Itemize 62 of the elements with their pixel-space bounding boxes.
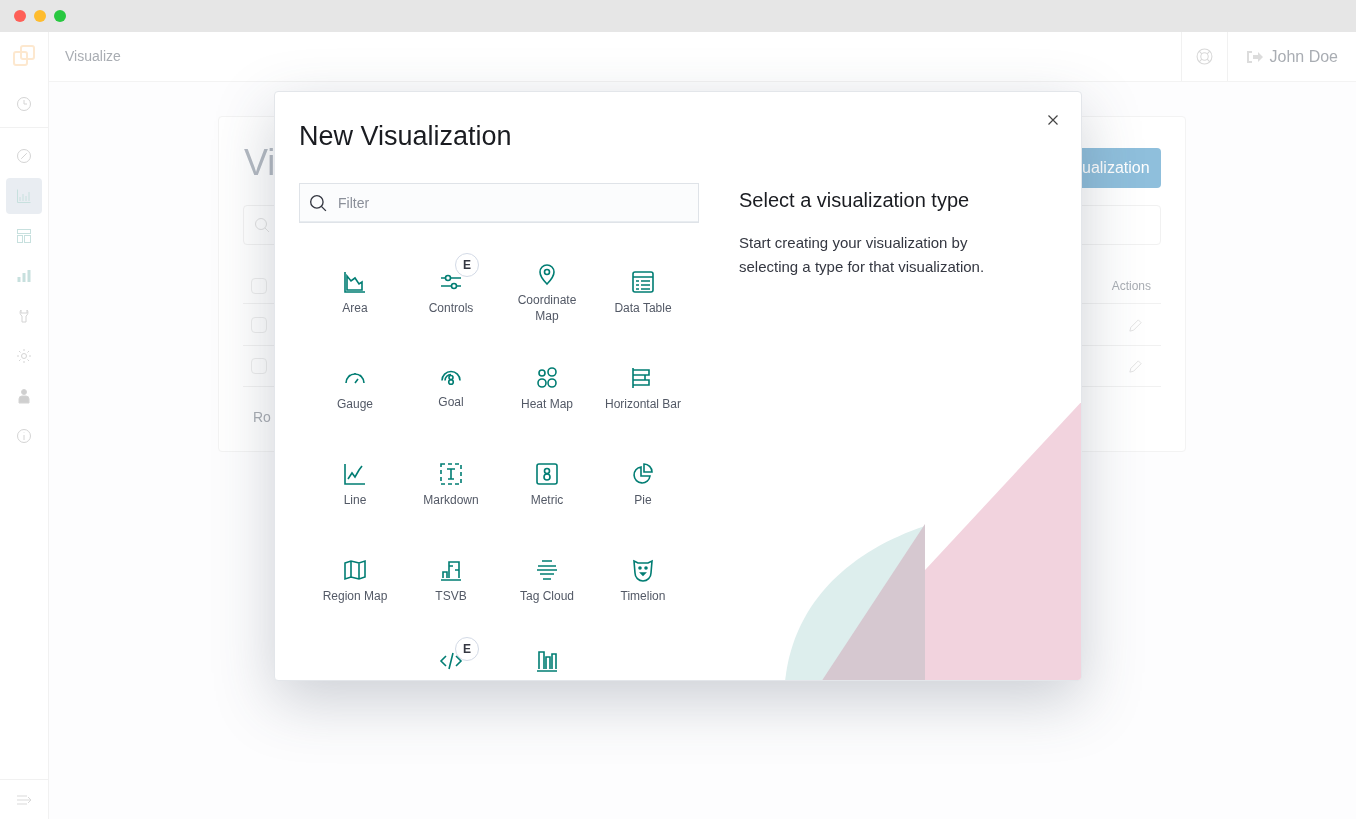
tag-cloud-icon [535,558,559,582]
zoom-window-button[interactable] [54,10,66,22]
gear-icon [16,348,32,364]
search-icon [309,194,327,212]
modal-title: New Visualization [299,120,513,153]
sidebar-item[interactable] [6,178,42,214]
visualization-type[interactable]: Horizontal Bar [595,341,691,437]
visualization-type[interactable]: Markdown [403,437,499,533]
visualization-type[interactable]: Timelion [595,533,691,629]
visualization-type[interactable]: Tag Cloud [499,533,595,629]
user-icon [16,388,32,404]
clock-icon [16,95,32,112]
map-icon [343,558,367,582]
column-header: Actions [1111,278,1151,295]
bar-chart-icon [535,649,559,673]
logo-icon [12,44,36,68]
visualization-type[interactable]: Heat Map [499,341,595,437]
visualization-type[interactable]: Gauge [307,341,403,437]
expand-menu-icon[interactable] [16,793,32,806]
goal-icon [439,368,463,388]
circles-icon [535,366,559,390]
visualization-type[interactable]: Data Table [595,245,691,341]
logout-icon [1245,48,1264,65]
table-icon [631,270,655,294]
checkbox[interactable] [251,278,267,294]
bar-chart-icon [16,268,32,284]
search-icon [254,217,270,233]
checkbox[interactable] [251,317,267,333]
close-window-button[interactable] [14,10,26,22]
visualization-type[interactable]: Pie [595,437,691,533]
page-title: Vi [244,145,276,181]
chart-icon [16,188,32,204]
experimental-badge: E [455,637,479,661]
bear-face-icon [631,558,655,582]
visualization-type[interactable]: Coordinate Map [499,245,595,341]
visualization-type[interactable]: Line [307,437,403,533]
experimental-badge: E [455,253,479,277]
metric-icon [535,462,559,486]
visualization-type[interactable]: Region Map [307,533,403,629]
dashboard-icon [16,228,32,244]
line-chart-icon [343,462,367,486]
pie-chart-icon [631,462,655,486]
bars-icon [439,558,463,582]
visualization-type[interactable]: Area [307,245,403,341]
pagination-label: Ro [253,408,271,427]
visualization-type[interactable]: TSVB [403,533,499,629]
info-icon [16,428,32,444]
visualization-type[interactable]: Goal [403,341,499,437]
pencil-icon[interactable] [1128,358,1143,374]
visualization-type[interactable]: E Controls [403,245,499,341]
text-box-icon [439,462,463,486]
area-chart-icon [343,270,367,294]
help-title: Select a visualization type [739,188,971,213]
visualization-type[interactable]: E [403,629,499,680]
minimize-window-button[interactable] [34,10,46,22]
filter-field[interactable]: Filter [299,183,699,223]
help-text: Start creating your visualization by selecting a type for that visualization. [739,233,986,277]
pencil-icon[interactable] [1128,317,1143,333]
compass-icon [16,148,32,164]
checkbox[interactable] [251,358,267,374]
visualization-type[interactable]: Metric [499,437,595,533]
help-icon[interactable] [1195,48,1213,65]
